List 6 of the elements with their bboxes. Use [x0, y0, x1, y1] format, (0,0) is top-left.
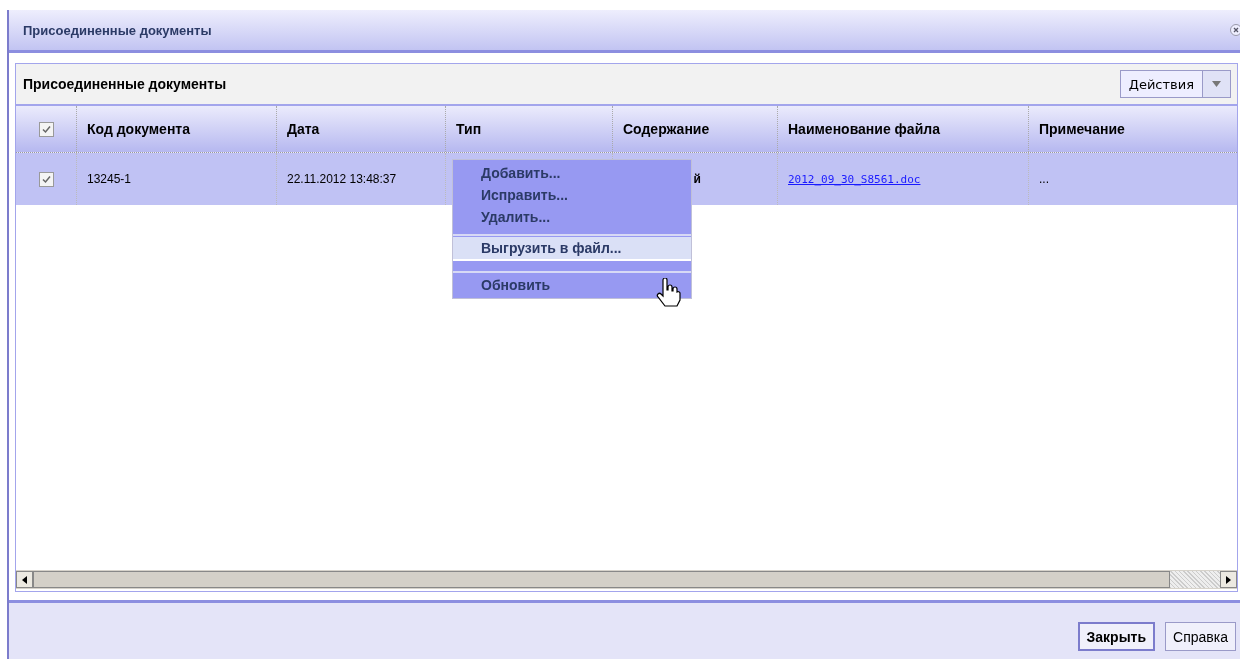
table-cell: 13245-1: [87, 172, 132, 186]
table-cell: й: [693, 172, 701, 186]
panel-title: Присоединенные документы: [23, 76, 227, 92]
window-title: Присоединенные документы: [23, 22, 212, 38]
table-cell: 22.11.2012 13:48:37: [287, 172, 397, 186]
table-cell: ...: [1039, 172, 1049, 186]
